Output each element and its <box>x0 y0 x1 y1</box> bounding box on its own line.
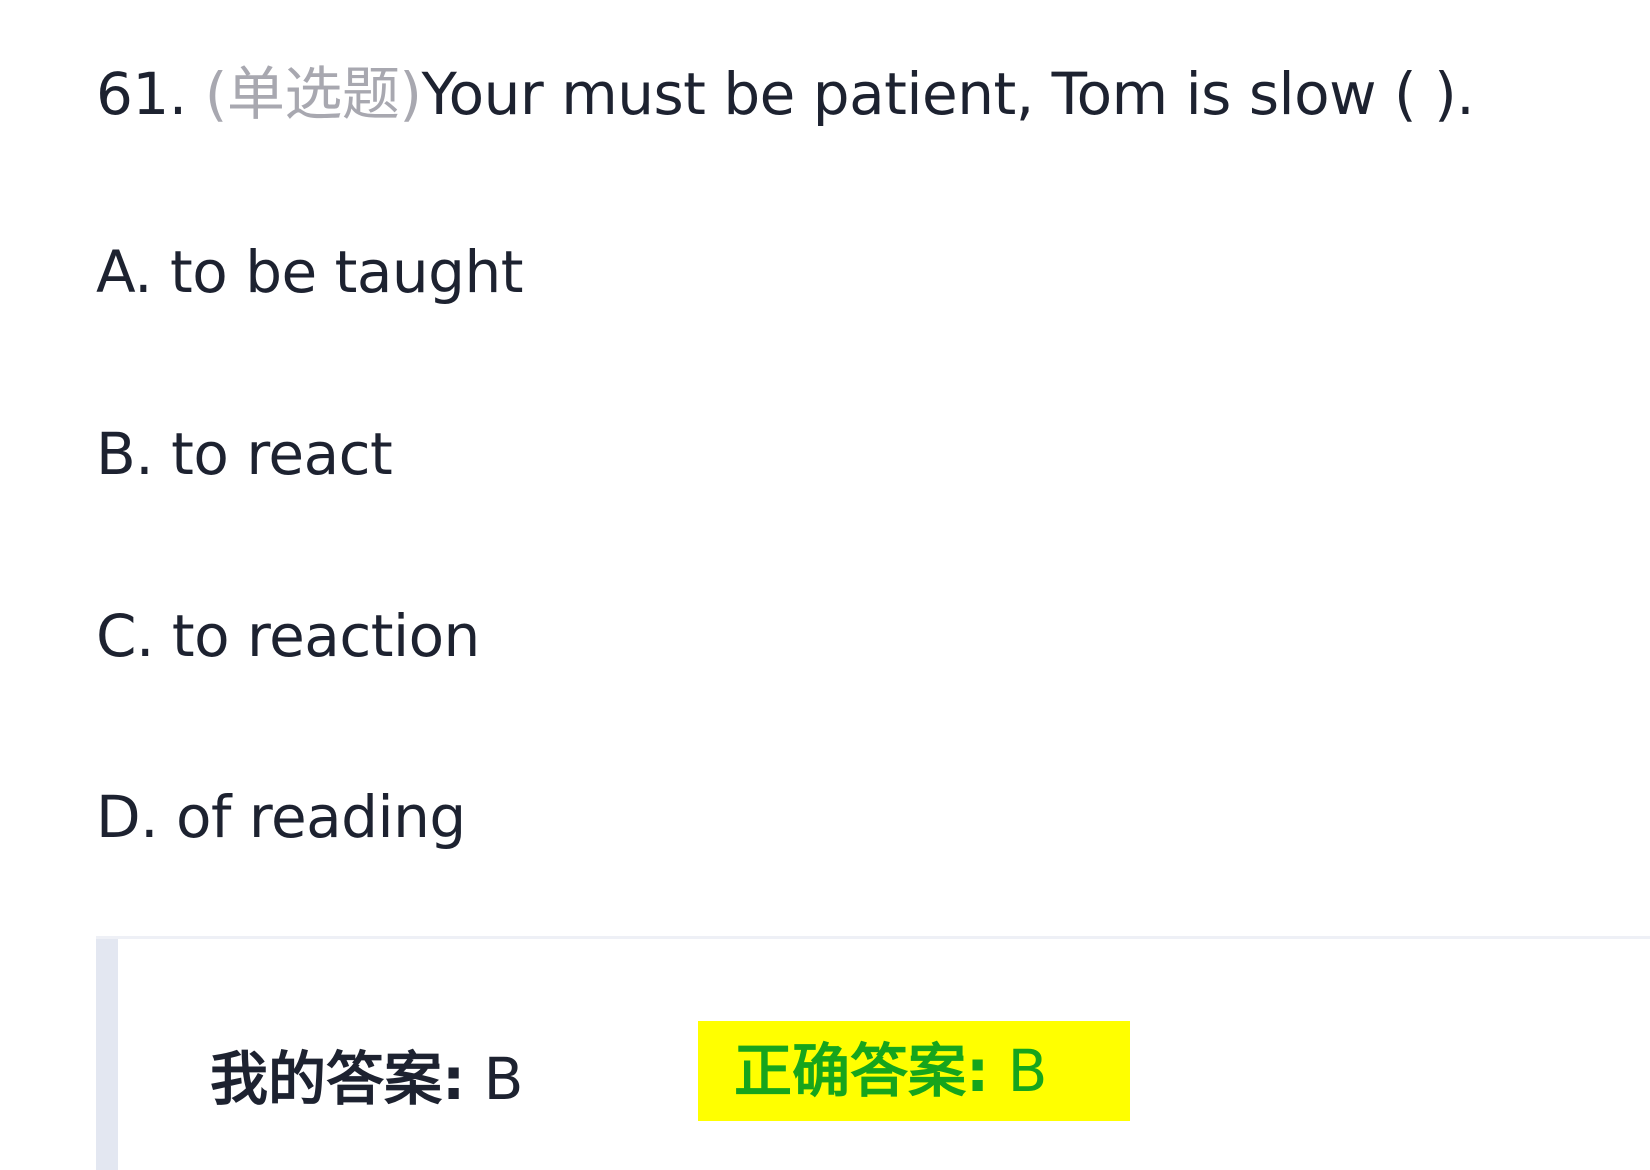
correct-answer-label: 正确答案: <box>734 1037 990 1105</box>
my-answer-value: B <box>483 1045 524 1113</box>
correct-answer-value: B <box>1007 1037 1048 1105</box>
my-answer-label: 我的答案: <box>210 1045 466 1113</box>
correct-answer-highlight: 正确答案: B <box>698 1021 1130 1121</box>
answer-panel: 我的答案: B 正确答案: B <box>96 936 1650 1170</box>
answer-panel-accent-bar <box>96 939 118 1170</box>
quiz-question-page: 61. (单选题)Your must be patient, Tom is sl… <box>0 0 1650 1170</box>
question-title: 61. (单选题)Your must be patient, Tom is sl… <box>96 52 1475 136</box>
my-answer: 我的答案: B <box>210 1039 523 1119</box>
option-c[interactable]: C. to reaction <box>96 594 480 678</box>
option-a[interactable]: A. to be taught <box>96 230 524 314</box>
question-text: Your must be patient, Tom is slow ( ). <box>421 60 1475 128</box>
option-b[interactable]: B. to react <box>96 412 393 496</box>
option-d[interactable]: D. of reading <box>96 775 466 859</box>
question-number: 61. <box>96 60 187 128</box>
question-type-label: (单选题) <box>204 60 422 128</box>
